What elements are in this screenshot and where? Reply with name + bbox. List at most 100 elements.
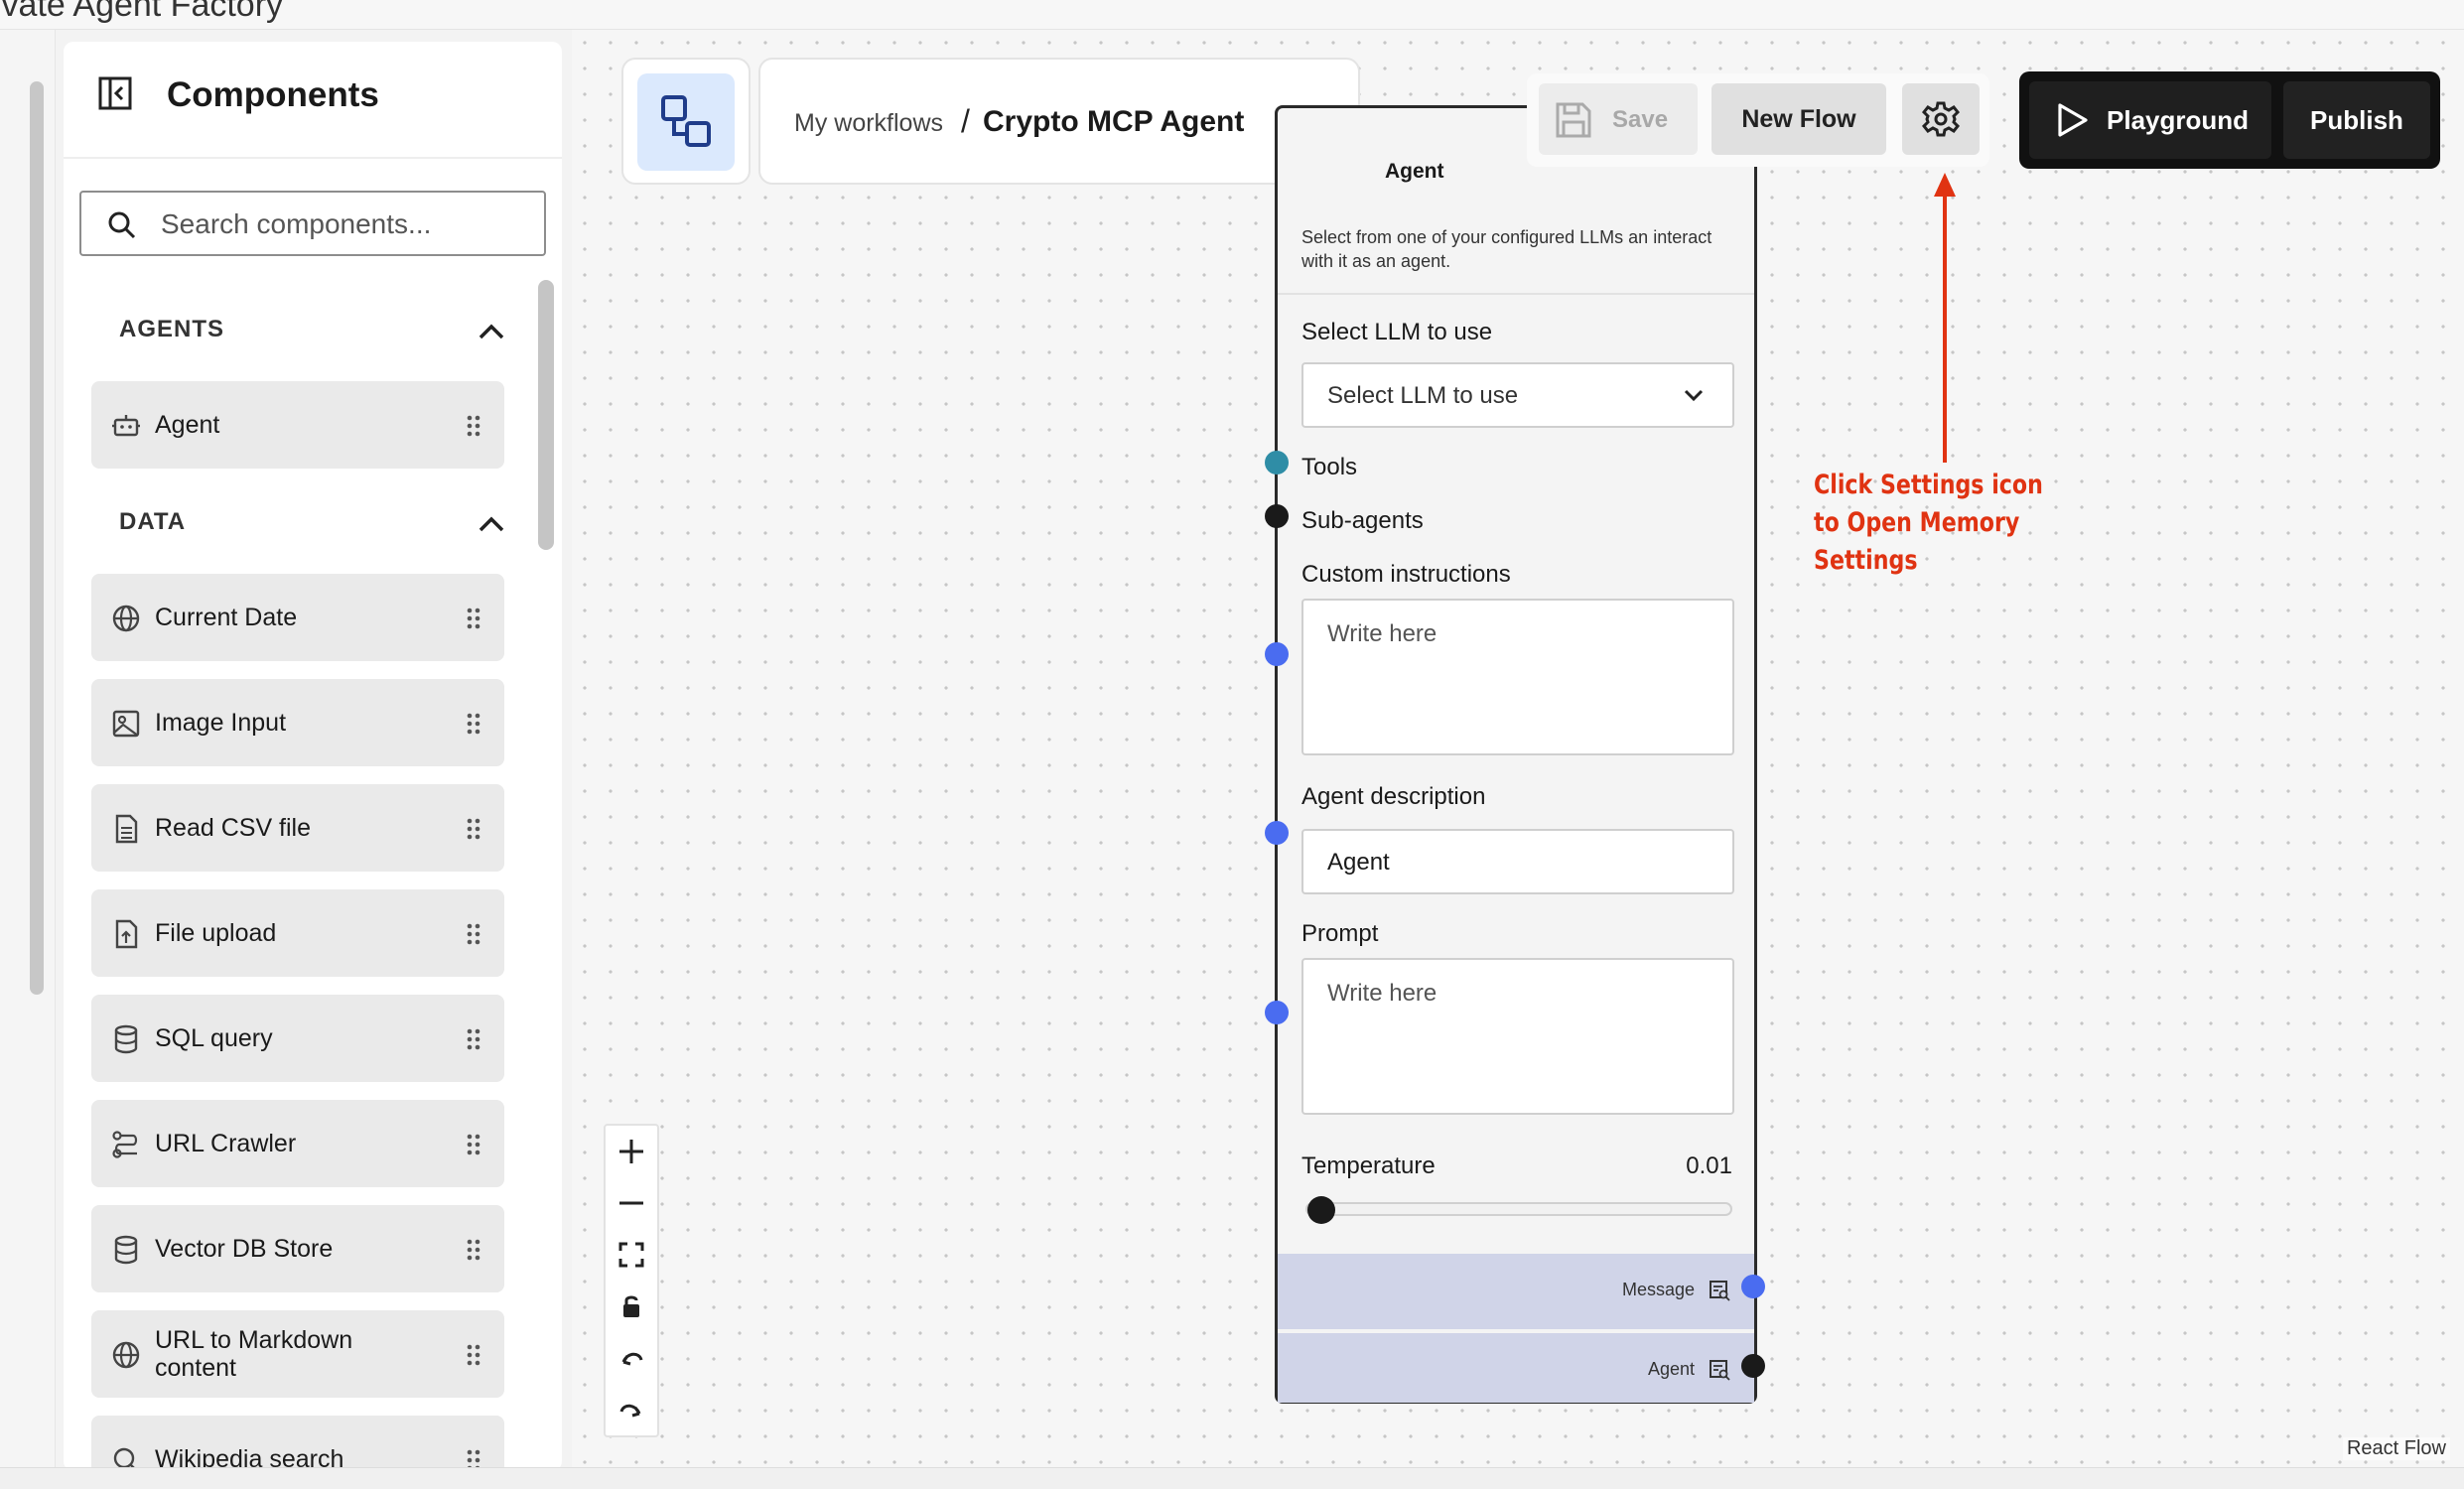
output-inspect-icon[interactable]	[1709, 1280, 1730, 1301]
component-label: Image Input	[155, 709, 287, 737]
lock-button[interactable]	[606, 1281, 657, 1332]
output-message-row: Message	[1278, 1254, 1754, 1329]
play-icon	[2058, 103, 2088, 137]
undo-button[interactable]	[606, 1332, 657, 1384]
subagents-input-port[interactable]	[1265, 504, 1289, 528]
component-image-input[interactable]: Image Input	[91, 679, 504, 766]
section-data-header[interactable]: DATA	[119, 508, 506, 548]
drag-handle-icon[interactable]	[467, 608, 480, 629]
left-gutter	[0, 30, 56, 1489]
message-output-port[interactable]	[1741, 1275, 1765, 1298]
sidebar-title: Components	[167, 75, 379, 114]
fit-view-button[interactable]	[606, 1229, 657, 1281]
component-label: Read CSV file	[155, 814, 312, 842]
drag-handle-icon[interactable]	[467, 415, 480, 437]
tools-input-port[interactable]	[1265, 451, 1289, 474]
drag-handle-icon[interactable]	[467, 1134, 480, 1155]
zoom-in-icon	[619, 1140, 643, 1163]
agent-description-input[interactable]: Agent	[1301, 829, 1734, 894]
redo-button[interactable]	[606, 1384, 657, 1435]
drag-handle-icon[interactable]	[467, 713, 480, 735]
component-label: URL Crawler	[155, 1130, 297, 1157]
database-icon	[114, 1024, 138, 1054]
redo-icon	[619, 1404, 641, 1418]
chevron-up-icon[interactable]	[477, 512, 506, 536]
search-icon	[108, 211, 136, 239]
llm-field-label: Select LLM to use	[1301, 319, 1493, 345]
lock-icon	[623, 1295, 639, 1317]
component-label: Current Date	[155, 604, 298, 631]
page-scrollbar[interactable]	[30, 81, 44, 995]
agent-node[interactable]: Agent Select from one of your configured…	[1275, 105, 1757, 1404]
search-components-box[interactable]	[79, 191, 546, 256]
app-title: ivate Agent Factory	[0, 0, 284, 24]
search-components-input[interactable]	[161, 203, 528, 246]
drag-handle-icon[interactable]	[467, 923, 480, 945]
component-url-crawler[interactable]: URL Crawler	[91, 1100, 504, 1187]
flows-home-button[interactable]	[621, 58, 751, 185]
drag-handle-icon[interactable]	[467, 1028, 480, 1050]
save-button[interactable]: Save	[1539, 83, 1698, 155]
react-flow-attribution[interactable]: React Flow	[2342, 1437, 2450, 1460]
breadcrumb-my-workflows[interactable]: My workflows	[794, 109, 943, 138]
output-label: Message	[1621, 1280, 1695, 1299]
agent-output-port[interactable]	[1741, 1354, 1765, 1378]
playground-button[interactable]: Playground	[2029, 81, 2271, 159]
save-icon	[1556, 102, 1591, 138]
tools-label: Tools	[1301, 454, 1358, 480]
chevron-down-icon	[1684, 389, 1704, 402]
database-icon	[114, 1235, 138, 1265]
annotation-arrow-icon	[1934, 173, 1956, 463]
new-flow-button[interactable]: New Flow	[1711, 83, 1886, 155]
component-sql-query[interactable]: SQL query	[91, 995, 504, 1082]
custom-instructions-textarea[interactable]: Write here	[1301, 599, 1734, 755]
component-vector-db-store[interactable]: Vector DB Store	[91, 1205, 504, 1292]
component-file-upload[interactable]: File upload	[91, 889, 504, 977]
chevron-up-icon[interactable]	[477, 320, 506, 343]
output-inspect-icon[interactable]	[1709, 1359, 1730, 1381]
robot-icon	[112, 415, 140, 437]
prompt-textarea[interactable]: Write here	[1301, 958, 1734, 1115]
temperature-slider-track[interactable]	[1305, 1202, 1732, 1216]
sidebar-header: Components	[64, 42, 562, 159]
breadcrumb: My workflows / Crypto MCP Agent	[758, 58, 1360, 185]
component-url-to-markdown[interactable]: URL to Markdown content	[91, 1310, 504, 1398]
section-agents-header[interactable]: AGENTS	[119, 316, 506, 355]
component-agent[interactable]: Agent	[91, 381, 504, 469]
sidebar-collapse-icon[interactable]	[97, 75, 133, 111]
component-label: SQL query	[155, 1024, 273, 1052]
publish-button[interactable]: Publish	[2283, 81, 2430, 159]
component-wikipedia-search[interactable]: Wikipedia search	[91, 1416, 504, 1471]
llm-select-value: Select LLM to use	[1327, 382, 1519, 409]
temperature-slider-thumb[interactable]	[1307, 1196, 1335, 1224]
component-current-date[interactable]: Current Date	[91, 574, 504, 661]
llm-select[interactable]: Select LLM to use	[1301, 362, 1734, 428]
agent-description-input-port[interactable]	[1265, 821, 1289, 845]
globe-icon	[112, 605, 140, 632]
zoom-in-button[interactable]	[606, 1126, 657, 1177]
temperature-label: Temperature	[1301, 1152, 1436, 1179]
globe-icon	[112, 1341, 140, 1369]
sidebar-scrollbar[interactable]	[538, 280, 554, 550]
canvas-controls	[604, 1124, 659, 1437]
fit-view-icon	[618, 1242, 644, 1268]
file-upload-icon	[115, 919, 138, 949]
gear-icon	[1922, 101, 1960, 137]
components-sidebar: Components AGENTS Agent DATA Current Dat…	[64, 42, 562, 1471]
textarea-placeholder: Write here	[1327, 620, 1437, 647]
custom-instructions-input-port[interactable]	[1265, 642, 1289, 666]
drag-handle-icon[interactable]	[467, 818, 480, 840]
prompt-input-port[interactable]	[1265, 1001, 1289, 1024]
zoom-out-button[interactable]	[606, 1177, 657, 1229]
component-label: File upload	[155, 919, 277, 947]
subagents-label: Sub-agents	[1301, 507, 1424, 534]
settings-button[interactable]	[1902, 83, 1980, 155]
component-read-csv-file[interactable]: Read CSV file	[91, 784, 504, 872]
node-title: Agent	[1385, 160, 1444, 183]
crawler-icon	[112, 1131, 138, 1158]
component-label: Vector DB Store	[155, 1235, 334, 1263]
drag-handle-icon[interactable]	[467, 1344, 480, 1366]
csv-file-icon	[115, 814, 138, 844]
image-icon	[112, 710, 140, 738]
drag-handle-icon[interactable]	[467, 1239, 480, 1261]
